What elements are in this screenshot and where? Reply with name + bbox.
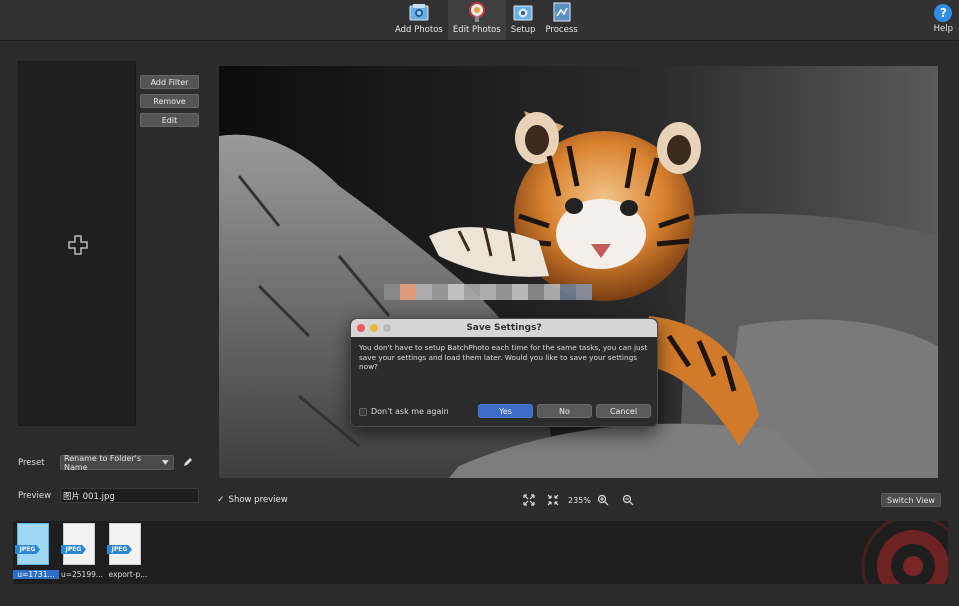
save-settings-dialog: Save Settings? You don't have to setup B… xyxy=(350,318,658,427)
zoom-window-icon[interactable] xyxy=(383,324,391,332)
filter-list[interactable] xyxy=(18,61,136,426)
thumbnail-name: u=25199... xyxy=(60,570,104,579)
zoom-out-icon[interactable] xyxy=(622,494,634,506)
preset-label: Preset xyxy=(18,458,45,468)
close-icon[interactable] xyxy=(357,324,365,332)
tab-edit-photos[interactable]: Edit Photos xyxy=(447,0,506,40)
preset-value: Rename to Folder's Name xyxy=(64,453,142,472)
main-toolbar: Add Photos Edit Photos Setup Process ? H… xyxy=(0,0,959,41)
plus-icon[interactable] xyxy=(67,234,89,256)
thumbnail-image xyxy=(109,523,141,565)
cancel-button[interactable]: Cancel xyxy=(596,404,651,418)
yes-button[interactable]: Yes xyxy=(478,404,533,418)
no-button[interactable]: No xyxy=(537,404,592,418)
edit-photos-icon xyxy=(468,2,485,22)
pencil-icon[interactable] xyxy=(183,457,193,467)
tab-label: Add Photos xyxy=(395,25,443,35)
tab-process[interactable]: Process xyxy=(540,0,582,40)
edit-filter-button[interactable]: Edit xyxy=(140,113,199,127)
process-icon xyxy=(553,2,571,22)
fit-to-window-icon[interactable] xyxy=(523,494,535,506)
thumbnail-item[interactable]: JPEG export-p... xyxy=(105,523,151,581)
remove-filter-button[interactable]: Remove xyxy=(140,94,199,108)
minimize-icon[interactable] xyxy=(370,324,378,332)
jpeg-badge: JPEG xyxy=(61,545,86,554)
thumbnail-image xyxy=(63,523,95,565)
zoom-in-icon[interactable] xyxy=(597,494,609,506)
thumbnail-name: export-p... xyxy=(108,570,148,579)
show-preview-toggle[interactable]: ✓ Show preview xyxy=(217,495,288,505)
thumbnail-name: u=1731... xyxy=(13,570,59,579)
zoom-level: 235% xyxy=(568,496,591,505)
jpeg-badge: JPEG xyxy=(107,545,132,554)
tab-label: Edit Photos xyxy=(452,25,501,35)
switch-view-button[interactable]: Switch View xyxy=(881,493,941,507)
help-icon: ? xyxy=(934,4,953,22)
filmstrip[interactable]: JPEG u=1731... JPEG u=25199... JPEG expo… xyxy=(13,521,948,584)
checkmark-icon: ✓ xyxy=(217,495,225,505)
checkbox-box[interactable] xyxy=(359,407,367,416)
preview-file-field[interactable]: 图片 001.jpg xyxy=(60,488,199,503)
dont-ask-checkbox[interactable]: Don't ask me again xyxy=(359,407,449,416)
thumbnail-image xyxy=(17,523,49,565)
preview-label: Preview xyxy=(18,491,52,501)
dialog-title: Save Settings? xyxy=(466,323,542,333)
chevron-down-icon xyxy=(162,460,169,465)
add-filter-button[interactable]: Add Filter xyxy=(140,75,199,89)
toolbar-tabs: Add Photos Edit Photos Setup Process xyxy=(390,0,583,40)
preset-select[interactable]: Rename to Folder's Name xyxy=(60,453,174,472)
jpeg-badge: JPEG xyxy=(15,545,40,554)
help-button[interactable]: ? Help xyxy=(934,4,953,34)
tab-label: Process xyxy=(545,25,578,35)
add-photos-icon xyxy=(409,4,429,21)
target-logo-icon xyxy=(861,521,948,584)
actual-size-icon[interactable] xyxy=(547,494,559,506)
window-controls xyxy=(357,324,391,332)
dont-ask-label: Don't ask me again xyxy=(371,407,449,416)
dialog-titlebar: Save Settings? xyxy=(351,319,657,337)
help-label: Help xyxy=(933,24,953,34)
tab-label: Setup xyxy=(510,25,536,35)
thumbnail-item[interactable]: JPEG u=1731... xyxy=(13,523,59,581)
setup-icon xyxy=(513,5,533,21)
tab-add-photos[interactable]: Add Photos xyxy=(390,0,448,40)
tab-setup[interactable]: Setup xyxy=(506,0,541,40)
show-preview-label: Show preview xyxy=(228,495,288,505)
thumbnail-item[interactable]: JPEG u=25199... xyxy=(59,523,105,581)
dialog-message: You don't have to setup BatchPhoto each … xyxy=(359,343,648,371)
